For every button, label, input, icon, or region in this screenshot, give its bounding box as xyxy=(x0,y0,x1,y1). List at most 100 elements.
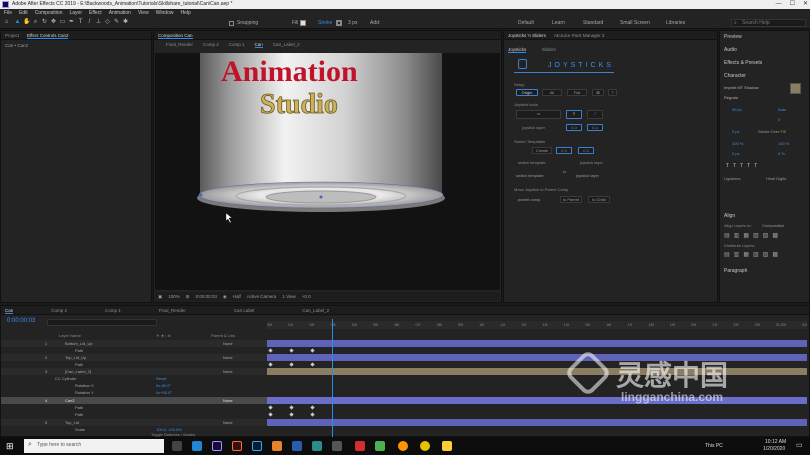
app-taskbar-icon[interactable] xyxy=(355,441,365,451)
property-row[interactable]: Rotation X 0x-90.0° xyxy=(1,382,267,389)
keyframe[interactable] xyxy=(289,362,294,367)
subtab-comp-1[interactable]: Comp 1 xyxy=(229,42,245,47)
puppet-pin-icon[interactable]: ✱ xyxy=(122,19,129,26)
joystick-layer-select-2[interactable]: joystick layer xyxy=(576,173,599,178)
maximize-button[interactable]: ☐ xyxy=(790,0,795,9)
effect-reset[interactable]: Reset xyxy=(156,375,166,382)
time-ruler[interactable]: 00f 01f 02f 03f 04f 05f 06f 07f 08f 09f 10f 11f 12f 1… xyxy=(267,323,807,327)
help-button[interactable]: ? xyxy=(608,89,617,96)
keyframe[interactable] xyxy=(310,348,315,353)
tsume-value[interactable]: 0 % xyxy=(778,151,785,156)
slash-tool-button[interactable]: ⟋ xyxy=(587,110,603,119)
stroke-label[interactable]: Stroke xyxy=(318,20,332,26)
menu-edit[interactable]: Edit xyxy=(19,9,28,17)
property-value[interactable]: 0x+90.0° xyxy=(156,389,172,396)
property-row[interactable]: Path xyxy=(1,347,267,354)
task-view-icon[interactable] xyxy=(172,441,182,451)
tab-timeline-comp-2[interactable]: Comp 2 xyxy=(51,306,67,314)
rectangle-tool-icon[interactable]: ▭ xyxy=(59,19,66,26)
menu-composition[interactable]: Composition xyxy=(35,9,63,17)
clock-date[interactable]: 1/20/2020 xyxy=(763,446,785,452)
tab-joysticks-n-sliders[interactable]: Joysticks 'n Sliders xyxy=(508,31,546,39)
after-effects-taskbar-icon[interactable] xyxy=(212,441,222,451)
menu-animation[interactable]: Animation xyxy=(109,9,131,17)
clock-time[interactable]: 10:12 AM xyxy=(765,439,786,445)
file-explorer-icon[interactable] xyxy=(442,441,452,451)
create-button[interactable]: Create xyxy=(532,147,552,154)
layer-duration-bar[interactable] xyxy=(267,419,807,426)
stroke-px-value[interactable]: 0 px xyxy=(732,129,740,134)
horizontal-scale-value[interactable]: 100 % xyxy=(778,141,789,146)
stroke-swatch[interactable] xyxy=(336,20,342,26)
paragraph-header[interactable]: Paragraph xyxy=(724,268,747,274)
active-camera-select[interactable]: Active Camera xyxy=(247,294,277,299)
subtab-joysticks[interactable]: Joysticks xyxy=(508,47,527,53)
tab-composition-can[interactable]: Composition Can xyxy=(158,31,193,39)
subtab-comp-2[interactable]: Comp 2 xyxy=(203,42,219,47)
layer-name[interactable]: [Can_Label_2] xyxy=(65,368,91,375)
eraser-tool-icon[interactable]: ◇ xyxy=(104,19,111,26)
vertical-scale-value[interactable]: 100 % xyxy=(732,141,743,146)
keyframe[interactable] xyxy=(268,348,273,353)
property-name[interactable]: Rotation X xyxy=(75,382,94,389)
ligatures-checkbox[interactable]: Ligatures xyxy=(724,176,740,181)
layer-name[interactable]: Bottom_Lid_Up xyxy=(65,340,93,347)
layer-name[interactable]: Top_Lid xyxy=(65,419,79,426)
fill-label[interactable]: Fill xyxy=(292,20,298,26)
hand-tool-icon[interactable]: ✋ xyxy=(23,19,30,26)
preview-header[interactable]: Preview xyxy=(724,34,742,40)
menu-help[interactable]: Help xyxy=(180,9,190,17)
property-name[interactable]: Rotation Y xyxy=(75,389,94,396)
clone-stamp-icon[interactable]: ⊥ xyxy=(95,19,102,26)
menu-effect[interactable]: Effect xyxy=(89,9,102,17)
layer-parent[interactable]: None xyxy=(223,419,233,426)
property-name[interactable]: Path xyxy=(75,361,83,368)
align-to-select[interactable]: Composition xyxy=(762,223,784,228)
layer-parent[interactable]: None xyxy=(223,368,233,375)
brush-tool-icon[interactable]: / xyxy=(86,19,93,26)
layer-row[interactable]: 3 [Can_Label_2] None xyxy=(1,368,267,375)
flat-button[interactable]: Flat xyxy=(567,89,587,96)
pen-tool-icon[interactable]: ✒ xyxy=(68,19,75,26)
property-row[interactable]: Rotation Y 0x+90.0° xyxy=(1,389,267,396)
layer-name[interactable]: Top_Lid_Up xyxy=(65,354,86,361)
resolution-select[interactable]: Half xyxy=(233,294,241,299)
layer-row[interactable]: 1 Bottom_Lid_Up None xyxy=(1,340,267,347)
keyframe[interactable] xyxy=(310,362,315,367)
layer-duration-bar[interactable] xyxy=(267,340,807,347)
tab-timeline-can-label[interactable]: Can Label xyxy=(234,306,255,314)
font-size-value[interactable]: 90 px xyxy=(732,107,742,112)
stroke-over-fill-select[interactable]: Stroke Over Fill xyxy=(758,129,786,134)
keyframe[interactable] xyxy=(310,412,315,417)
home-icon[interactable]: ⌂ xyxy=(3,19,10,26)
distribute-buttons[interactable]: ▤▥▦▧▨▩ xyxy=(724,251,782,258)
origin-button[interactable]: Origin xyxy=(516,89,538,96)
layer-duration-bar[interactable] xyxy=(267,397,807,404)
font-style-select[interactable]: Regular xyxy=(724,95,738,100)
workspace-default[interactable]: Default xyxy=(518,20,534,26)
audio-header[interactable]: Audio xyxy=(724,47,737,53)
snapshot-icon[interactable]: ◉ xyxy=(223,294,227,300)
type-tool-icon[interactable]: T xyxy=(77,19,84,26)
network-label[interactable]: This PC xyxy=(705,443,723,449)
render-icon[interactable]: ▣ xyxy=(158,294,162,300)
current-time[interactable]: 0:00:00:03 xyxy=(196,294,217,299)
subtab-can-label-2[interactable]: Can_Label_2 xyxy=(273,42,300,47)
switch-template-select[interactable]: switch template xyxy=(516,173,544,178)
to-parent-button[interactable]: to Parent xyxy=(560,196,582,203)
font-family-select[interactable]: Imprint MT Shadow xyxy=(724,85,759,90)
tab-project[interactable]: Project xyxy=(5,31,19,39)
effect-name[interactable]: CC Cylinder xyxy=(55,375,77,382)
roto-brush-icon[interactable]: ✎ xyxy=(113,19,120,26)
layer-parent[interactable]: None xyxy=(223,354,233,361)
menu-layer[interactable]: Layer xyxy=(69,9,82,17)
timeline-search-input[interactable] xyxy=(47,319,157,326)
effects-presets-header[interactable]: Effects & Presets xyxy=(724,60,762,66)
link-chain-button[interactable]: ⊂⊃ xyxy=(566,124,582,131)
pin-tool-button[interactable]: ⚲ xyxy=(566,110,582,119)
app-taskbar-icon[interactable] xyxy=(312,441,322,451)
workspace-standard[interactable]: Standard xyxy=(583,20,603,26)
hindi-digits-checkbox[interactable]: Hindi Digits xyxy=(766,176,786,181)
tab-timeline-final-render[interactable]: Final_Render xyxy=(159,306,186,314)
layer-parent[interactable]: None xyxy=(223,340,233,347)
